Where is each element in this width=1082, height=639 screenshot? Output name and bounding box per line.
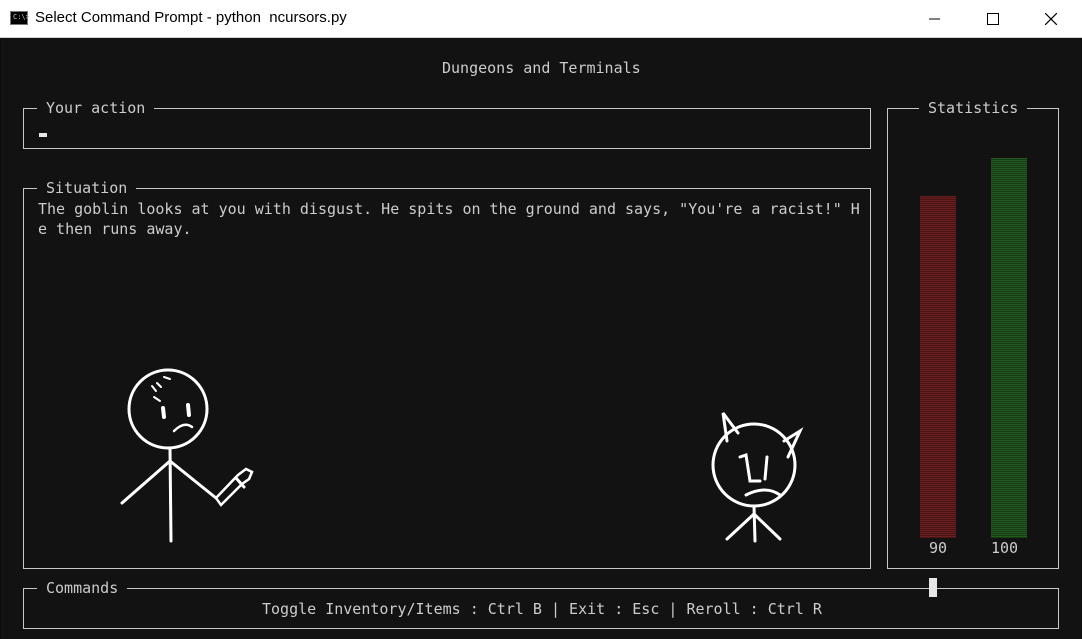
maximize-icon bbox=[987, 12, 999, 25]
commands-text: Toggle Inventory/Items : Ctrl B | Exit :… bbox=[262, 600, 822, 618]
window-title: Select Command Prompt - python ncursors.… bbox=[35, 9, 347, 26]
game-title: Dungeons and Terminals bbox=[442, 59, 641, 77]
statistics-panel: Statistics 90 100 bbox=[887, 98, 1059, 569]
title-bar[interactable]: C:\> Select Command Prompt - python ncur… bbox=[0, 0, 1082, 38]
maximize-button[interactable] bbox=[964, 0, 1022, 37]
situation-illustration bbox=[120, 368, 804, 543]
scrollbar-thumb[interactable] bbox=[929, 578, 937, 597]
command-prompt-icon: C:\> bbox=[10, 11, 30, 25]
minimize-icon bbox=[929, 18, 940, 19]
commands-panel: Commands Toggle Inventory/Items : Ctrl B… bbox=[23, 578, 1059, 629]
icon-text: C:\> bbox=[13, 13, 30, 21]
health-bar bbox=[920, 196, 956, 538]
commands-panel-title: Commands bbox=[37, 578, 128, 598]
stamina-bar bbox=[991, 158, 1027, 538]
close-icon bbox=[1045, 12, 1057, 25]
angry-stick-figure bbox=[120, 368, 254, 543]
action-panel-title: Your action bbox=[37, 98, 155, 118]
stamina-value: 100 bbox=[991, 539, 1019, 557]
statistics-panel-title: Statistics bbox=[919, 98, 1028, 118]
close-button[interactable] bbox=[1022, 0, 1080, 37]
action-panel[interactable]: Your action bbox=[23, 98, 871, 149]
health-value: 90 bbox=[929, 539, 948, 557]
minimize-button[interactable] bbox=[906, 0, 964, 37]
horned-goblin-figure bbox=[711, 412, 804, 543]
text-cursor bbox=[39, 133, 47, 137]
terminal-area[interactable]: Dungeons and Terminals Your action Situa… bbox=[1, 38, 1081, 639]
situation-panel: Situation The goblin looks at you with d… bbox=[23, 178, 871, 569]
